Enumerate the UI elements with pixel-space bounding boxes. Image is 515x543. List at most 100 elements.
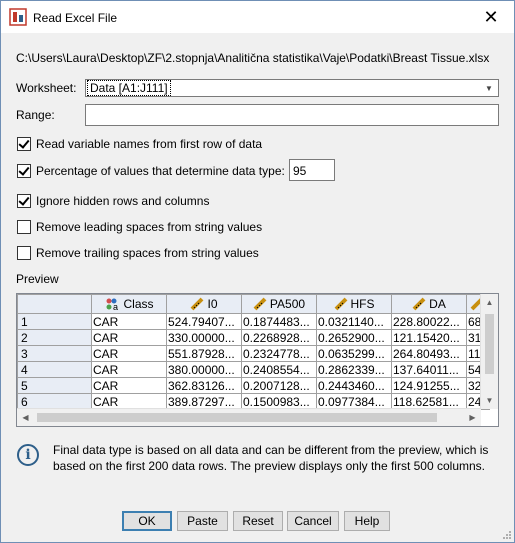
ignore-hidden-checkbox[interactable] (17, 194, 31, 208)
chevron-down-icon[interactable]: ▼ (482, 80, 496, 96)
table-row[interactable]: 1 CAR 524.79407... 0.1874483... 0.0321140...… (17, 313, 491, 330)
column-header[interactable]: HFS (316, 294, 392, 314)
help-button[interactable]: Help (344, 511, 390, 531)
title-bar: Read Excel File ✕ (1, 1, 514, 33)
ignore-hidden-label: Ignore hidden rows and columns (36, 194, 210, 208)
table-cell[interactable]: 0.2408554... (241, 361, 317, 378)
spss-app-icon (9, 8, 27, 26)
table-cell[interactable]: CAR (91, 377, 167, 394)
scale-ruler-icon (253, 297, 267, 311)
range-label: Range: (16, 108, 55, 122)
read-names-option[interactable]: Read variable names from first row of da… (17, 137, 262, 151)
row-number[interactable]: 5 (17, 377, 92, 394)
table-cell[interactable]: 0.1874483... (241, 313, 317, 330)
info-note: i Final data type is based on all data a… (17, 441, 497, 491)
percentage-input[interactable]: 95 (289, 159, 335, 181)
row-number[interactable]: 4 (17, 361, 92, 378)
scale-ruler-icon (334, 297, 347, 311)
table-cell[interactable]: 0.0635299... (316, 345, 392, 362)
file-path: C:\Users\Laura\Desktop\ZF\2.stopnja\Anal… (16, 51, 490, 65)
table-cell[interactable]: 0.2324778... (241, 345, 317, 362)
window-title: Read Excel File (33, 11, 118, 25)
table-cell[interactable]: 0.0321140... (316, 313, 392, 330)
preview-label: Preview (16, 272, 59, 286)
table-cell[interactable]: 228.80022... (391, 313, 467, 330)
read-names-checkbox[interactable] (17, 137, 31, 151)
column-header-label: I0 (207, 296, 218, 311)
table-cell[interactable]: 137.64011... (391, 361, 467, 378)
column-header-label: DA (429, 296, 446, 311)
cancel-button[interactable]: Cancel (287, 511, 339, 531)
column-header-label: Class (123, 296, 154, 311)
table-row[interactable]: 4 CAR 380.00000... 0.2408554... 0.2862339...… (17, 361, 491, 378)
worksheet-value: Data [A1:J111] (87, 80, 171, 96)
close-icon[interactable]: ✕ (468, 1, 514, 33)
scroll-right-icon[interactable]: ▶ (464, 409, 481, 426)
table-cell[interactable]: 0.2007128... (241, 377, 317, 394)
nominal-string-icon: a (106, 298, 119, 311)
remove-trailing-label: Remove trailing spaces from string value… (36, 246, 259, 260)
table-cell[interactable]: 0.2443460... (316, 377, 392, 394)
info-icon: i (17, 444, 39, 466)
reset-button[interactable]: Reset (233, 511, 283, 531)
column-header[interactable]: I0 (166, 294, 242, 314)
row-number[interactable]: 1 (17, 313, 92, 330)
table-cell[interactable]: CAR (91, 361, 167, 378)
header-row: a Class I0 PA500 HFS DA (17, 294, 491, 314)
percentage-option[interactable]: Percentage of values that determine data… (17, 164, 285, 178)
table-cell[interactable]: 0.2652900... (316, 329, 392, 346)
table-cell[interactable]: 330.00000... (166, 329, 242, 346)
table-cell[interactable]: 121.15420... (391, 329, 467, 346)
remove-trailing-option[interactable]: Remove trailing spaces from string value… (17, 246, 259, 260)
column-header-label: HFS (350, 296, 375, 311)
read-excel-dialog: Read Excel File ✕ C:\Users\Laura\Desktop… (0, 0, 515, 543)
range-input[interactable] (85, 104, 499, 126)
worksheet-dropdown[interactable]: Data [A1:J111] ▼ (85, 79, 499, 97)
horizontal-scroll-thumb[interactable] (37, 413, 437, 422)
ok-button[interactable]: OK (122, 511, 172, 531)
table-cell[interactable]: CAR (91, 313, 167, 330)
table-cell[interactable]: 524.79407... (166, 313, 242, 330)
table-cell[interactable]: 362.83126... (166, 377, 242, 394)
horizontal-scrollbar[interactable]: ◀ ▶ (17, 408, 481, 426)
column-header[interactable]: a Class (91, 294, 167, 314)
scroll-down-icon[interactable]: ▼ (481, 392, 498, 409)
row-number[interactable]: 3 (17, 345, 92, 362)
table-row[interactable]: 3 CAR 551.87928... 0.2324778... 0.0635299...… (17, 345, 491, 362)
scroll-left-icon[interactable]: ◀ (17, 409, 34, 426)
row-number[interactable]: 2 (17, 329, 92, 346)
scale-ruler-icon (412, 297, 426, 311)
table-row[interactable]: 2 CAR 330.00000... 0.2268928... 0.2652900...… (17, 329, 491, 346)
resize-grip-icon[interactable] (502, 530, 512, 540)
paste-button[interactable]: Paste (177, 511, 228, 531)
table-cell[interactable]: 380.00000... (166, 361, 242, 378)
remove-leading-label: Remove leading spaces from string values (36, 220, 263, 234)
remove-leading-option[interactable]: Remove leading spaces from string values (17, 220, 262, 234)
remove-leading-checkbox[interactable] (17, 220, 31, 234)
table-cell[interactable]: CAR (91, 345, 167, 362)
table-cell[interactable]: 0.2268928... (241, 329, 317, 346)
scale-ruler-icon (191, 297, 204, 311)
table-cell[interactable]: CAR (91, 329, 167, 346)
ignore-hidden-option[interactable]: Ignore hidden rows and columns (17, 194, 209, 208)
preview-table: a Class I0 PA500 HFS DA 1 CAR 524.79407.… (17, 294, 491, 410)
column-header[interactable]: DA (391, 294, 467, 314)
table-cell[interactable]: 551.87928... (166, 345, 242, 362)
remove-trailing-checkbox[interactable] (17, 246, 31, 260)
read-names-label: Read variable names from first row of da… (36, 137, 263, 151)
table-cell[interactable]: 0.2862339... (316, 361, 392, 378)
vertical-scroll-thumb[interactable] (485, 314, 494, 374)
table-cell[interactable]: 124.91255... (391, 377, 467, 394)
percentage-checkbox[interactable] (17, 164, 31, 178)
vertical-scrollbar[interactable]: ▲ ▼ (480, 294, 498, 409)
scroll-up-icon[interactable]: ▲ (481, 294, 498, 311)
table-cell[interactable]: 264.80493... (391, 345, 467, 362)
corner-cell (17, 294, 92, 314)
column-header[interactable]: PA500 (241, 294, 317, 314)
table-row[interactable]: 5 CAR 362.83126... 0.2007128... 0.2443460...… (17, 377, 491, 394)
info-text: Final data type is based on all data and… (53, 443, 489, 473)
worksheet-label: Worksheet: (16, 81, 77, 95)
svg-text:a: a (113, 302, 118, 311)
column-header-label: PA500 (269, 296, 306, 311)
preview-grid[interactable]: a Class I0 PA500 HFS DA 1 CAR 524.79407.… (16, 293, 499, 427)
